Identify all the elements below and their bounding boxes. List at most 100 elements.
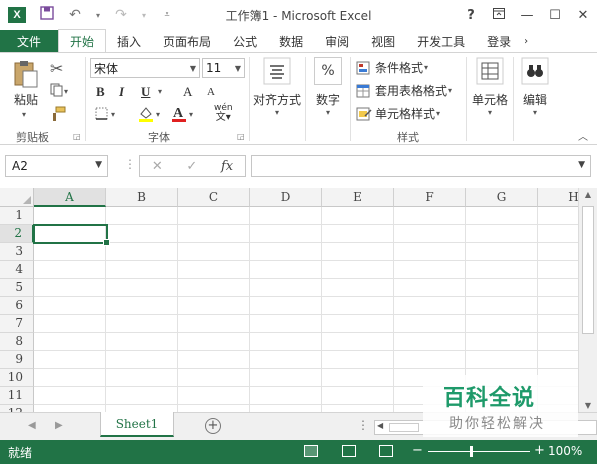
expand-formula-bar-icon[interactable]: ▼ <box>578 160 585 170</box>
sheet-tab[interactable]: Sheet1 <box>100 412 174 437</box>
customize-toolbar-icon[interactable]: ⩡ <box>158 10 176 20</box>
tabs-scroll-icon[interactable]: › <box>522 30 530 52</box>
minimize-icon[interactable]: — <box>513 8 541 23</box>
border-button[interactable]: ▾ <box>95 107 119 121</box>
paste-button[interactable]: 粘贴 <box>10 59 42 108</box>
redo-dropdown-icon[interactable]: ▾ <box>140 11 148 20</box>
row-header[interactable]: 11 <box>0 387 34 405</box>
shrink-font-button[interactable]: A <box>207 86 215 98</box>
paste-dropdown-icon[interactable]: ▾ <box>22 110 26 119</box>
conditional-formatting-label: 条件格式 <box>375 61 424 75</box>
conditional-formatting-button[interactable]: 条件格式 ▾ <box>356 59 428 76</box>
cell-styles-button[interactable]: 单元格样式 ▾ <box>356 105 440 122</box>
font-launcher-icon[interactable]: ◲ <box>237 132 245 141</box>
zoom-slider-track[interactable] <box>428 451 530 452</box>
cell-styles-label: 单元格样式 <box>375 107 436 121</box>
scrollbar-thumb[interactable] <box>582 206 594 334</box>
svg-text:A: A <box>173 106 184 121</box>
zoom-in-button[interactable]: + <box>534 443 545 458</box>
column-header[interactable]: G <box>466 188 538 207</box>
active-cell[interactable] <box>33 224 110 246</box>
page-layout-view-icon[interactable] <box>342 445 356 457</box>
tab-view[interactable]: 视图 <box>360 30 406 52</box>
column-header[interactable]: E <box>322 188 394 207</box>
row-header[interactable]: 12 <box>0 405 34 412</box>
format-painter-icon[interactable] <box>50 106 66 122</box>
phonetic-guide-button[interactable]: wén 文▾ <box>214 104 233 123</box>
sign-in-link[interactable]: 登录 <box>476 30 522 52</box>
italic-button[interactable]: I <box>119 84 124 100</box>
number-format-button[interactable]: % 数字 ▾ <box>310 57 346 117</box>
font-color-button[interactable]: A ▾ <box>170 105 198 123</box>
name-box[interactable]: A2 ▼ <box>5 155 108 177</box>
row-header[interactable]: 2 <box>0 225 34 243</box>
row-header[interactable]: 9 <box>0 351 34 369</box>
tab-insert[interactable]: 插入 <box>106 30 152 52</box>
column-header[interactable]: H <box>538 188 578 207</box>
tab-developer[interactable]: 开发工具 <box>406 30 476 52</box>
row-header[interactable]: 8 <box>0 333 34 351</box>
formula-input[interactable]: ▼ <box>251 155 591 177</box>
close-icon[interactable]: ✕ <box>569 8 597 23</box>
bold-button[interactable]: B <box>96 84 105 100</box>
column-header[interactable]: C <box>178 188 250 207</box>
fill-color-button[interactable]: ▾ <box>137 105 165 123</box>
tab-page-layout[interactable]: 页面布局 <box>152 30 222 52</box>
vertical-scrollbar[interactable]: ▲ ▼ <box>578 188 597 412</box>
help-button[interactable]: ? <box>457 8 485 23</box>
enter-icon[interactable]: ✓ <box>186 159 197 174</box>
zoom-out-button[interactable]: − <box>412 443 423 458</box>
maximize-icon[interactable]: ☐ <box>541 8 569 23</box>
editing-button[interactable]: 编辑 ▾ <box>517 57 553 117</box>
underline-button[interactable]: U <box>141 84 150 100</box>
copy-icon[interactable]: ▾ <box>50 83 70 97</box>
next-sheet-icon[interactable]: ▶ <box>55 420 63 431</box>
row-header[interactable]: 6 <box>0 297 34 315</box>
row-header[interactable]: 7 <box>0 315 34 333</box>
undo-dropdown-icon[interactable]: ▾ <box>94 11 102 20</box>
collapse-ribbon-icon[interactable]: ︿ <box>578 128 588 143</box>
save-icon[interactable] <box>38 6 56 24</box>
tab-formulas[interactable]: 公式 <box>222 30 268 52</box>
scroll-down-icon[interactable]: ▼ <box>579 401 597 410</box>
tab-review[interactable]: 审阅 <box>314 30 360 52</box>
tab-data[interactable]: 数据 <box>268 30 314 52</box>
row-header[interactable]: 1 <box>0 207 34 225</box>
zoom-slider-thumb[interactable] <box>470 446 473 457</box>
scroll-up-icon[interactable]: ▲ <box>579 190 597 199</box>
column-header[interactable]: D <box>250 188 322 207</box>
add-sheet-icon[interactable]: + <box>205 418 221 434</box>
normal-view-icon[interactable] <box>304 445 318 457</box>
page-break-view-icon[interactable] <box>379 445 393 457</box>
font-name-combo[interactable]: 宋体 ▼ <box>90 58 200 78</box>
cancel-icon[interactable]: ✕ <box>152 159 163 174</box>
zoom-level[interactable]: 100% <box>548 444 582 458</box>
alignment-button[interactable]: 对齐方式 ▾ <box>252 57 302 117</box>
scrollbar-thumb[interactable] <box>389 423 419 432</box>
redo-icon[interactable]: ↷ <box>112 7 130 23</box>
cut-icon[interactable]: ✂ <box>50 59 63 78</box>
formula-bar-grip-icon[interactable]: ⋮ <box>124 157 136 171</box>
column-header[interactable]: B <box>106 188 178 207</box>
column-header[interactable]: F <box>394 188 466 207</box>
scroll-left-icon[interactable]: ◀ <box>377 421 383 430</box>
underline-dropdown-icon[interactable]: ▾ <box>158 87 162 96</box>
insert-function-button[interactable]: fx <box>221 159 233 174</box>
cells-button[interactable]: 单元格 ▾ <box>470 57 510 117</box>
row-header[interactable]: 3 <box>0 243 34 261</box>
font-size-combo[interactable]: 11 ▼ <box>202 58 245 78</box>
row-header[interactable]: 5 <box>0 279 34 297</box>
format-as-table-button[interactable]: 套用表格格式 ▾ <box>356 82 452 99</box>
undo-icon[interactable]: ↶ <box>66 7 84 23</box>
tab-home[interactable]: 开始 <box>58 29 107 52</box>
row-header[interactable]: 4 <box>0 261 34 279</box>
tab-split-grip-icon[interactable]: ⋮ <box>357 418 369 432</box>
ribbon-display-options-icon[interactable] <box>485 7 513 23</box>
row-header[interactable]: 10 <box>0 369 34 387</box>
column-header[interactable]: A <box>34 188 106 207</box>
grow-font-button[interactable]: A <box>183 84 192 100</box>
select-all-button[interactable] <box>0 188 34 207</box>
tab-file[interactable]: 文件 <box>0 30 59 52</box>
clipboard-launcher-icon[interactable]: ◲ <box>73 132 81 141</box>
prev-sheet-icon[interactable]: ◀ <box>28 420 36 431</box>
